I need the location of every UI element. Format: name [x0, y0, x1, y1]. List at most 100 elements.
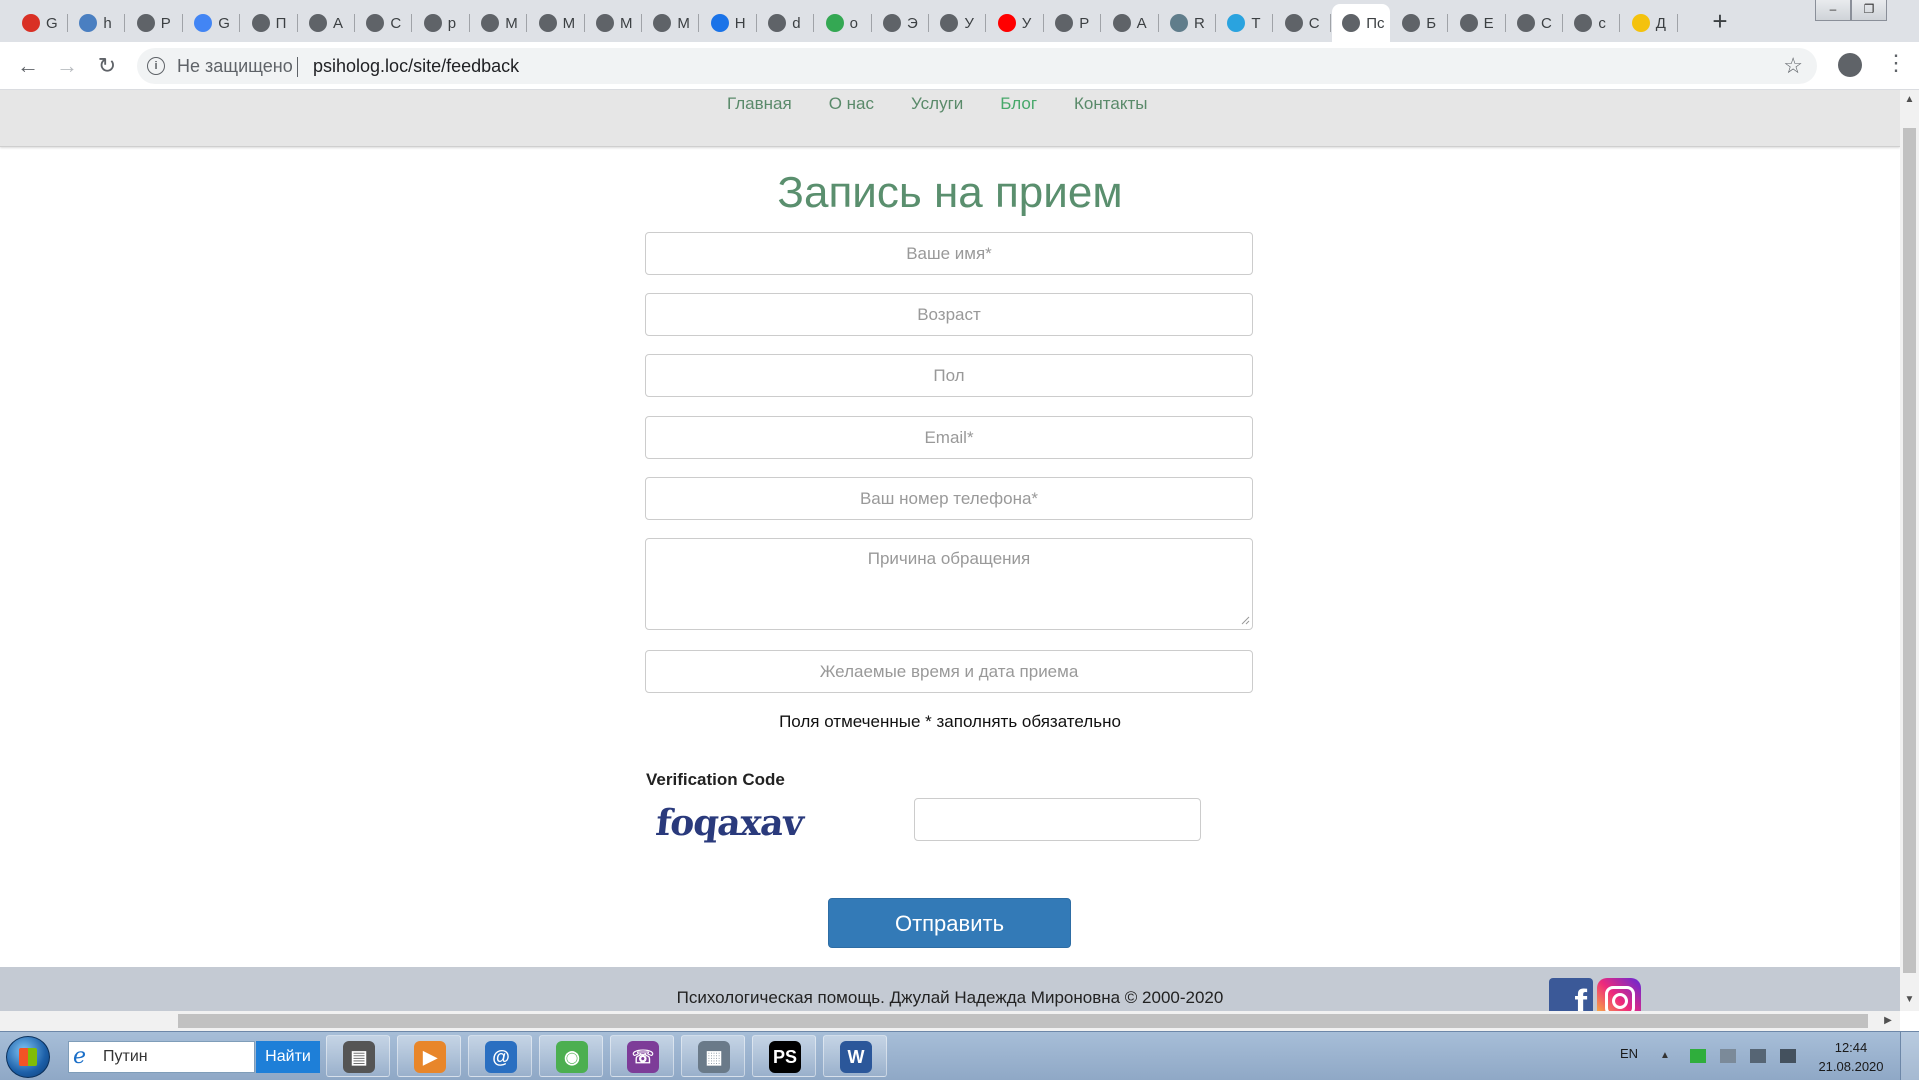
- info-icon[interactable]: i: [147, 57, 165, 75]
- name-input[interactable]: [645, 232, 1253, 275]
- browser-tab[interactable]: C: [1507, 4, 1563, 42]
- tab-separator: [67, 14, 68, 32]
- flag-icon[interactable]: [1690, 1049, 1706, 1063]
- scroll-down-arrow-icon[interactable]: ▼: [1900, 992, 1919, 1008]
- browser-tab[interactable]: o: [816, 4, 872, 42]
- show-desktop-button[interactable]: [1900, 1032, 1919, 1080]
- scroll-right-arrow-icon[interactable]: ▶: [1880, 1013, 1896, 1029]
- taskbar-app-button[interactable]: @: [468, 1035, 532, 1077]
- browser-tab[interactable]: d: [758, 4, 815, 42]
- browser-tab[interactable]: A: [299, 4, 355, 42]
- browser-tab[interactable]: P: [127, 4, 183, 42]
- taskbar: e Путин Найти EN ▲ 12:44 21.08.2020 ▤ ▶ @ ◉…: [0, 1031, 1919, 1080]
- vertical-scrollbar[interactable]: ▲ ▼: [1900, 90, 1919, 1011]
- email-input[interactable]: [645, 416, 1253, 459]
- browser-tab[interactable]: Э: [873, 4, 929, 42]
- profile-avatar-icon[interactable]: [1838, 53, 1862, 77]
- tab-separator: [181, 14, 183, 32]
- browser-tab[interactable]: R: [1160, 4, 1216, 42]
- tab-separator: [985, 14, 987, 32]
- display-icon[interactable]: [1750, 1049, 1766, 1063]
- reload-icon[interactable]: ↻: [93, 52, 121, 80]
- taskbar-app-button[interactable]: ☏: [610, 1035, 674, 1077]
- browser-tab[interactable]: C: [1275, 4, 1331, 42]
- browser-tab[interactable]: c: [1564, 4, 1621, 42]
- browser-tab[interactable]: Д: [1622, 4, 1678, 42]
- tray-expand-icon[interactable]: ▲: [1660, 1050, 1676, 1064]
- reason-textarea[interactable]: [645, 538, 1253, 630]
- taskbar-search-button[interactable]: Найти: [256, 1041, 320, 1073]
- nav-link[interactable]: Блог: [1000, 94, 1037, 114]
- verification-code-input[interactable]: [914, 798, 1201, 841]
- browser-tab[interactable]: P: [1045, 4, 1102, 42]
- tab-title: T: [1251, 14, 1261, 32]
- browser-tab[interactable]: M: [529, 4, 585, 42]
- back-arrow-icon[interactable]: ←: [14, 52, 42, 80]
- browser-tab[interactable]: h: [69, 4, 126, 42]
- browser-tab[interactable]: П: [242, 4, 298, 42]
- browser-tab[interactable]: G: [12, 4, 68, 42]
- taskbar-app-button[interactable]: ◉: [539, 1035, 603, 1077]
- address-bar[interactable]: i Не защищено psiholog.loc/site/feedback…: [137, 48, 1817, 84]
- restore-button[interactable]: ❐: [1851, 0, 1887, 21]
- tab-title: Б: [1426, 14, 1437, 32]
- tab-separator: [296, 14, 298, 32]
- forward-arrow-icon[interactable]: →: [53, 52, 81, 80]
- phone-input[interactable]: [645, 477, 1253, 520]
- browser-tab[interactable]: E: [1450, 4, 1506, 42]
- bookmark-star-icon[interactable]: ☆: [1783, 53, 1803, 79]
- instagram-icon[interactable]: [1597, 978, 1641, 1011]
- browser-tab[interactable]: G: [184, 4, 241, 42]
- globe-icon: [538, 14, 557, 32]
- browser-tab[interactable]: Б: [1392, 4, 1449, 42]
- network-error-icon[interactable]: [1720, 1049, 1736, 1063]
- submit-button[interactable]: Отправить: [828, 898, 1071, 948]
- nav-link[interactable]: Главная: [727, 94, 792, 114]
- taskbar-app-button[interactable]: ▤: [326, 1035, 390, 1077]
- taskbar-app-button[interactable]: W: [823, 1035, 887, 1077]
- nav-link[interactable]: Контакты: [1074, 94, 1147, 114]
- browser-tab[interactable]: C: [356, 4, 413, 42]
- horizontal-scroll-thumb[interactable]: [178, 1014, 1868, 1028]
- clock-date: 21.08.2020: [1818, 1059, 1884, 1074]
- browser-tab[interactable]: A: [1103, 4, 1159, 42]
- browser-tab[interactable]: У: [930, 4, 987, 42]
- nav-link[interactable]: О нас: [829, 94, 874, 114]
- captcha-image[interactable]: foqaxav: [654, 802, 805, 844]
- browser-tab[interactable]: M: [586, 4, 642, 42]
- taskbar-app-button[interactable]: ▦: [681, 1035, 745, 1077]
- volume-icon[interactable]: [1780, 1049, 1796, 1063]
- browser-tab[interactable]: M: [471, 4, 528, 42]
- url-text[interactable]: psiholog.loc/site/feedback: [313, 56, 519, 77]
- minimize-button[interactable]: –: [1815, 0, 1851, 21]
- youtube-icon: [997, 14, 1016, 32]
- age-input[interactable]: [645, 293, 1253, 336]
- clock[interactable]: 12:44 21.08.2020: [1818, 1038, 1884, 1076]
- language-indicator[interactable]: EN: [1620, 1046, 1638, 1061]
- browser-tab[interactable]: Пс✕: [1332, 4, 1391, 42]
- browser-tab[interactable]: T: [1217, 4, 1274, 42]
- gender-input[interactable]: [645, 354, 1253, 397]
- browser-menu-icon[interactable]: ⋮: [1885, 50, 1907, 76]
- security-status[interactable]: Не защищено: [177, 56, 293, 77]
- nav-link[interactable]: Услуги: [911, 94, 963, 114]
- horizontal-scrollbar[interactable]: ▶: [0, 1011, 1900, 1031]
- taskbar-search-input[interactable]: e Путин: [68, 1041, 255, 1073]
- start-button[interactable]: [6, 1036, 50, 1078]
- new-tab-button[interactable]: +: [1705, 6, 1735, 36]
- taskbar-app-button[interactable]: PS: [752, 1035, 816, 1077]
- facebook-icon[interactable]: f: [1549, 978, 1593, 1011]
- browser-tab[interactable]: M: [643, 4, 700, 42]
- vertical-scroll-thumb[interactable]: [1903, 128, 1916, 973]
- browser-tab[interactable]: H: [701, 4, 757, 42]
- textarea-resize-handle[interactable]: [1240, 615, 1250, 625]
- tab-separator: [813, 14, 815, 32]
- browser-tab[interactable]: p: [414, 4, 470, 42]
- tab-title: Э: [907, 14, 918, 32]
- close-tab-icon[interactable]: ✕: [1388, 13, 1390, 33]
- taskbar-app-button[interactable]: ▶: [397, 1035, 461, 1077]
- datetime-input[interactable]: [645, 650, 1253, 693]
- scroll-up-arrow-icon[interactable]: ▲: [1900, 92, 1919, 108]
- browser-tab[interactable]: У: [988, 4, 1044, 42]
- media-player-icon: ▶: [414, 1041, 446, 1073]
